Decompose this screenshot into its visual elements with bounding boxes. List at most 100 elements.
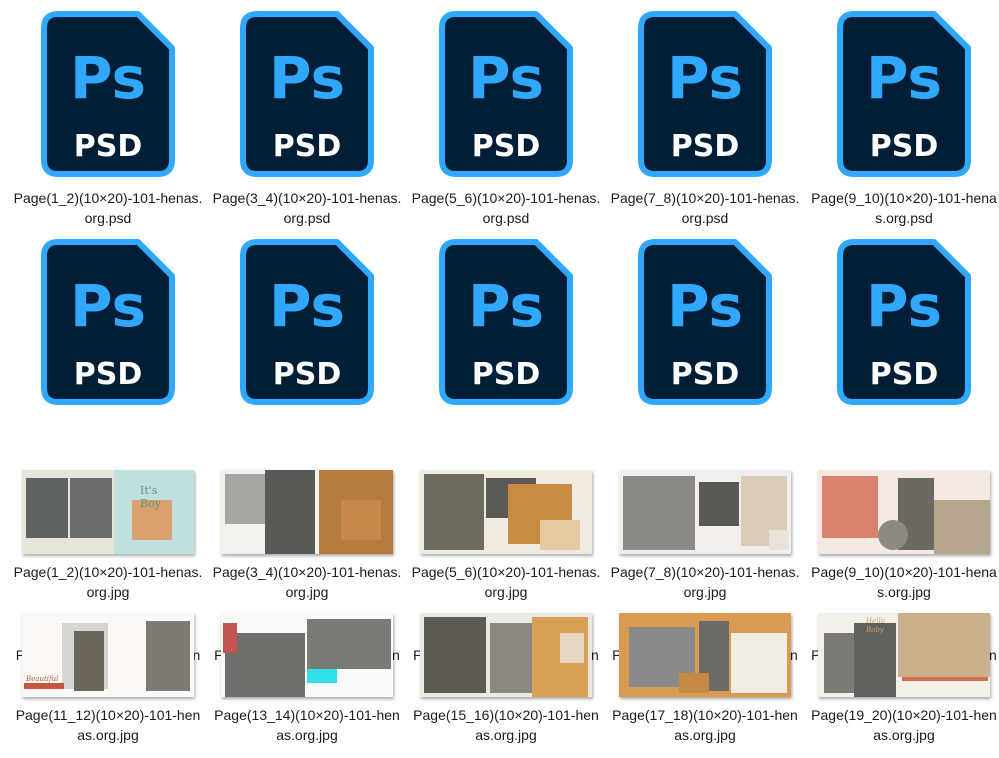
photo-panel [70, 478, 112, 538]
jpg-file-item[interactable]: Page(7_8)(10×20)-101-henas.org.jpg [610, 466, 800, 606]
psd-file-item[interactable]: PsPSDPage(19_20)(10×20)-101-henas.org.ps… [809, 238, 999, 683]
file-name-label: Page(9_10)(10×20)-101-henas.org.jpg [811, 564, 997, 600]
ps-mark: Ps [269, 272, 345, 340]
photoshop-file-icon: Ps PSD [41, 11, 175, 177]
psd-file-item[interactable]: PsPSDPage(11_12)(10×20)-101-henas.org.ps… [13, 238, 203, 683]
photoshop-file-icon: Ps PSD [439, 11, 573, 177]
jpg-file-item[interactable]: It's Boy Page(1_2)(10×20)-101-henas.org.j… [13, 466, 203, 606]
psd-type-label: PSD [870, 357, 939, 392]
image-thumbnail [619, 470, 791, 554]
psd-type-label: PSD [671, 129, 740, 164]
jpg-file-item[interactable]: Beautiful Page(11_12)(10×20)-101-henas.or… [13, 608, 203, 748]
psd-file-icon: Ps PSD [836, 10, 972, 178]
photo-panel [490, 623, 532, 693]
psd-type-label: PSD [273, 129, 342, 164]
photoshop-file-icon: Ps PSD [439, 239, 573, 405]
psd-file-item[interactable]: Ps PSD Page(9_10)(10×20)-101-henas.org.psd [809, 10, 999, 230]
psd-file-item[interactable]: Ps PSD Page(5_6)(10×20)-101-henas.org.psd [411, 10, 601, 230]
psd-file-icon: Ps PSD [438, 10, 574, 178]
psd-file-item[interactable]: Ps PSD Page(7_8)(10×20)-101-henas.org.psd [610, 10, 800, 230]
ps-mark: Ps [468, 272, 544, 340]
file-name-label: Page(1_2)(10×20)-101-henas.org.psd [13, 190, 203, 226]
image-thumbnail [221, 613, 393, 697]
photo-panel [769, 530, 789, 550]
photo-panel [424, 474, 484, 550]
psd-file-item[interactable]: Ps PSD Page(1_2)(10×20)-101-henas.org.psd [13, 10, 203, 230]
thumbnail-caption: Hello Baby [866, 617, 885, 634]
file-name-label: Page(7_8)(10×20)-101-henas.org.jpg [610, 564, 800, 600]
photoshop-file-icon: Ps PSD [240, 239, 374, 405]
psd-file-item[interactable]: PsPSDPage(15_16)(10×20)-101-henas.org.ps… [411, 238, 601, 683]
psd-file-item[interactable]: PsPSDPage(13_14)(10×20)-101-henas.org.ps… [212, 238, 402, 683]
photo-panel [225, 633, 305, 697]
file-name-label: Page(3_4)(10×20)-101-henas.org.jpg [212, 564, 402, 600]
photoshop-file-icon: Ps PSD [837, 239, 971, 405]
ps-mark: Ps [667, 44, 743, 112]
psd-file-icon: Ps PSD [239, 10, 375, 178]
ps-mark: Ps [70, 44, 146, 112]
psd-type-label: PSD [273, 357, 342, 392]
psd-file-item[interactable]: Ps PSD Page(3_4)(10×20)-101-henas.org.psd [212, 10, 402, 230]
file-name-label: Page(1_2)(10×20)-101-henas.org.jpg [13, 564, 203, 600]
photo-panel [307, 669, 337, 683]
image-thumbnail [619, 613, 791, 697]
photoshop-file-icon: Ps PSD [41, 239, 175, 405]
photoshop-file-icon: Ps PSD [638, 11, 772, 177]
photo-panel [699, 482, 739, 526]
image-thumbnail [420, 470, 592, 554]
jpg-file-item[interactable]: Hello Baby Page(19_20)(10×20)-101-henas.o… [809, 608, 999, 748]
photo-panel [731, 633, 787, 693]
file-name-label: Page(15_16)(10×20)-101-henas.org.jpg [413, 707, 599, 743]
photo-panel [902, 677, 988, 681]
jpg-file-item[interactable]: Page(9_10)(10×20)-101-henas.org.jpg [809, 466, 999, 606]
psd-file-item[interactable]: PsPSDPage(17_18)(10×20)-101-henas.org.ps… [610, 238, 800, 683]
image-thumbnail: Hello Baby [818, 613, 990, 697]
file-name-label: Page(3_4)(10×20)-101-henas.org.psd [212, 190, 402, 226]
photo-panel [878, 520, 908, 550]
thumbnail-caption: Beautiful [26, 675, 59, 683]
jpg-file-item[interactable]: Page(13_14)(10×20)-101-henas.org.jpg [212, 608, 402, 748]
ps-mark: Ps [468, 44, 544, 112]
photo-panel [824, 633, 854, 693]
jpg-file-item[interactable]: Page(17_18)(10×20)-101-henas.org.jpg [610, 608, 800, 748]
psd-file-icon: Ps PSD [438, 238, 574, 406]
psd-file-icon: Ps PSD [40, 238, 176, 406]
psd-type-label: PSD [472, 357, 541, 392]
psd-file-icon: Ps PSD [40, 10, 176, 178]
photo-panel [679, 673, 709, 693]
ps-mark: Ps [866, 272, 942, 340]
psd-type-label: PSD [870, 129, 939, 164]
photo-panel [307, 619, 391, 669]
ps-mark: Ps [269, 44, 345, 112]
ps-mark: Ps [70, 272, 146, 340]
jpg-file-item[interactable]: Page(15_16)(10×20)-101-henas.org.jpg [411, 608, 601, 748]
ps-mark: Ps [866, 44, 942, 112]
photo-panel [898, 613, 990, 677]
jpg-file-item[interactable]: Page(3_4)(10×20)-101-henas.org.jpg [212, 466, 402, 606]
photo-panel [560, 633, 584, 663]
image-thumbnail: Beautiful [22, 613, 194, 697]
psd-type-label: PSD [671, 357, 740, 392]
file-name-label: Page(9_10)(10×20)-101-henas.org.psd [811, 190, 997, 226]
file-name-label: Page(19_20)(10×20)-101-henas.org.jpg [811, 707, 997, 743]
image-thumbnail [818, 470, 990, 554]
psd-type-label: PSD [74, 357, 143, 392]
photo-panel [265, 470, 315, 554]
photo-panel [26, 478, 68, 538]
file-name-label: Page(7_8)(10×20)-101-henas.org.psd [610, 190, 800, 226]
photo-panel [146, 621, 190, 691]
psd-file-icon: Ps PSD [239, 238, 375, 406]
photo-panel [934, 500, 990, 554]
ps-mark: Ps [667, 272, 743, 340]
photoshop-file-icon: Ps PSD [638, 239, 772, 405]
photo-panel [540, 520, 580, 550]
jpg-file-item[interactable]: Page(5_6)(10×20)-101-henas.org.jpg [411, 466, 601, 606]
psd-file-icon: Ps PSD [637, 10, 773, 178]
photoshop-file-icon: Ps PSD [240, 11, 374, 177]
file-name-label: Page(17_18)(10×20)-101-henas.org.jpg [612, 707, 798, 743]
psd-file-icon: Ps PSD [836, 238, 972, 406]
photo-panel [223, 623, 237, 653]
image-thumbnail [420, 613, 592, 697]
thumbnail-caption: It's Boy [140, 484, 161, 510]
photo-panel [74, 631, 104, 691]
